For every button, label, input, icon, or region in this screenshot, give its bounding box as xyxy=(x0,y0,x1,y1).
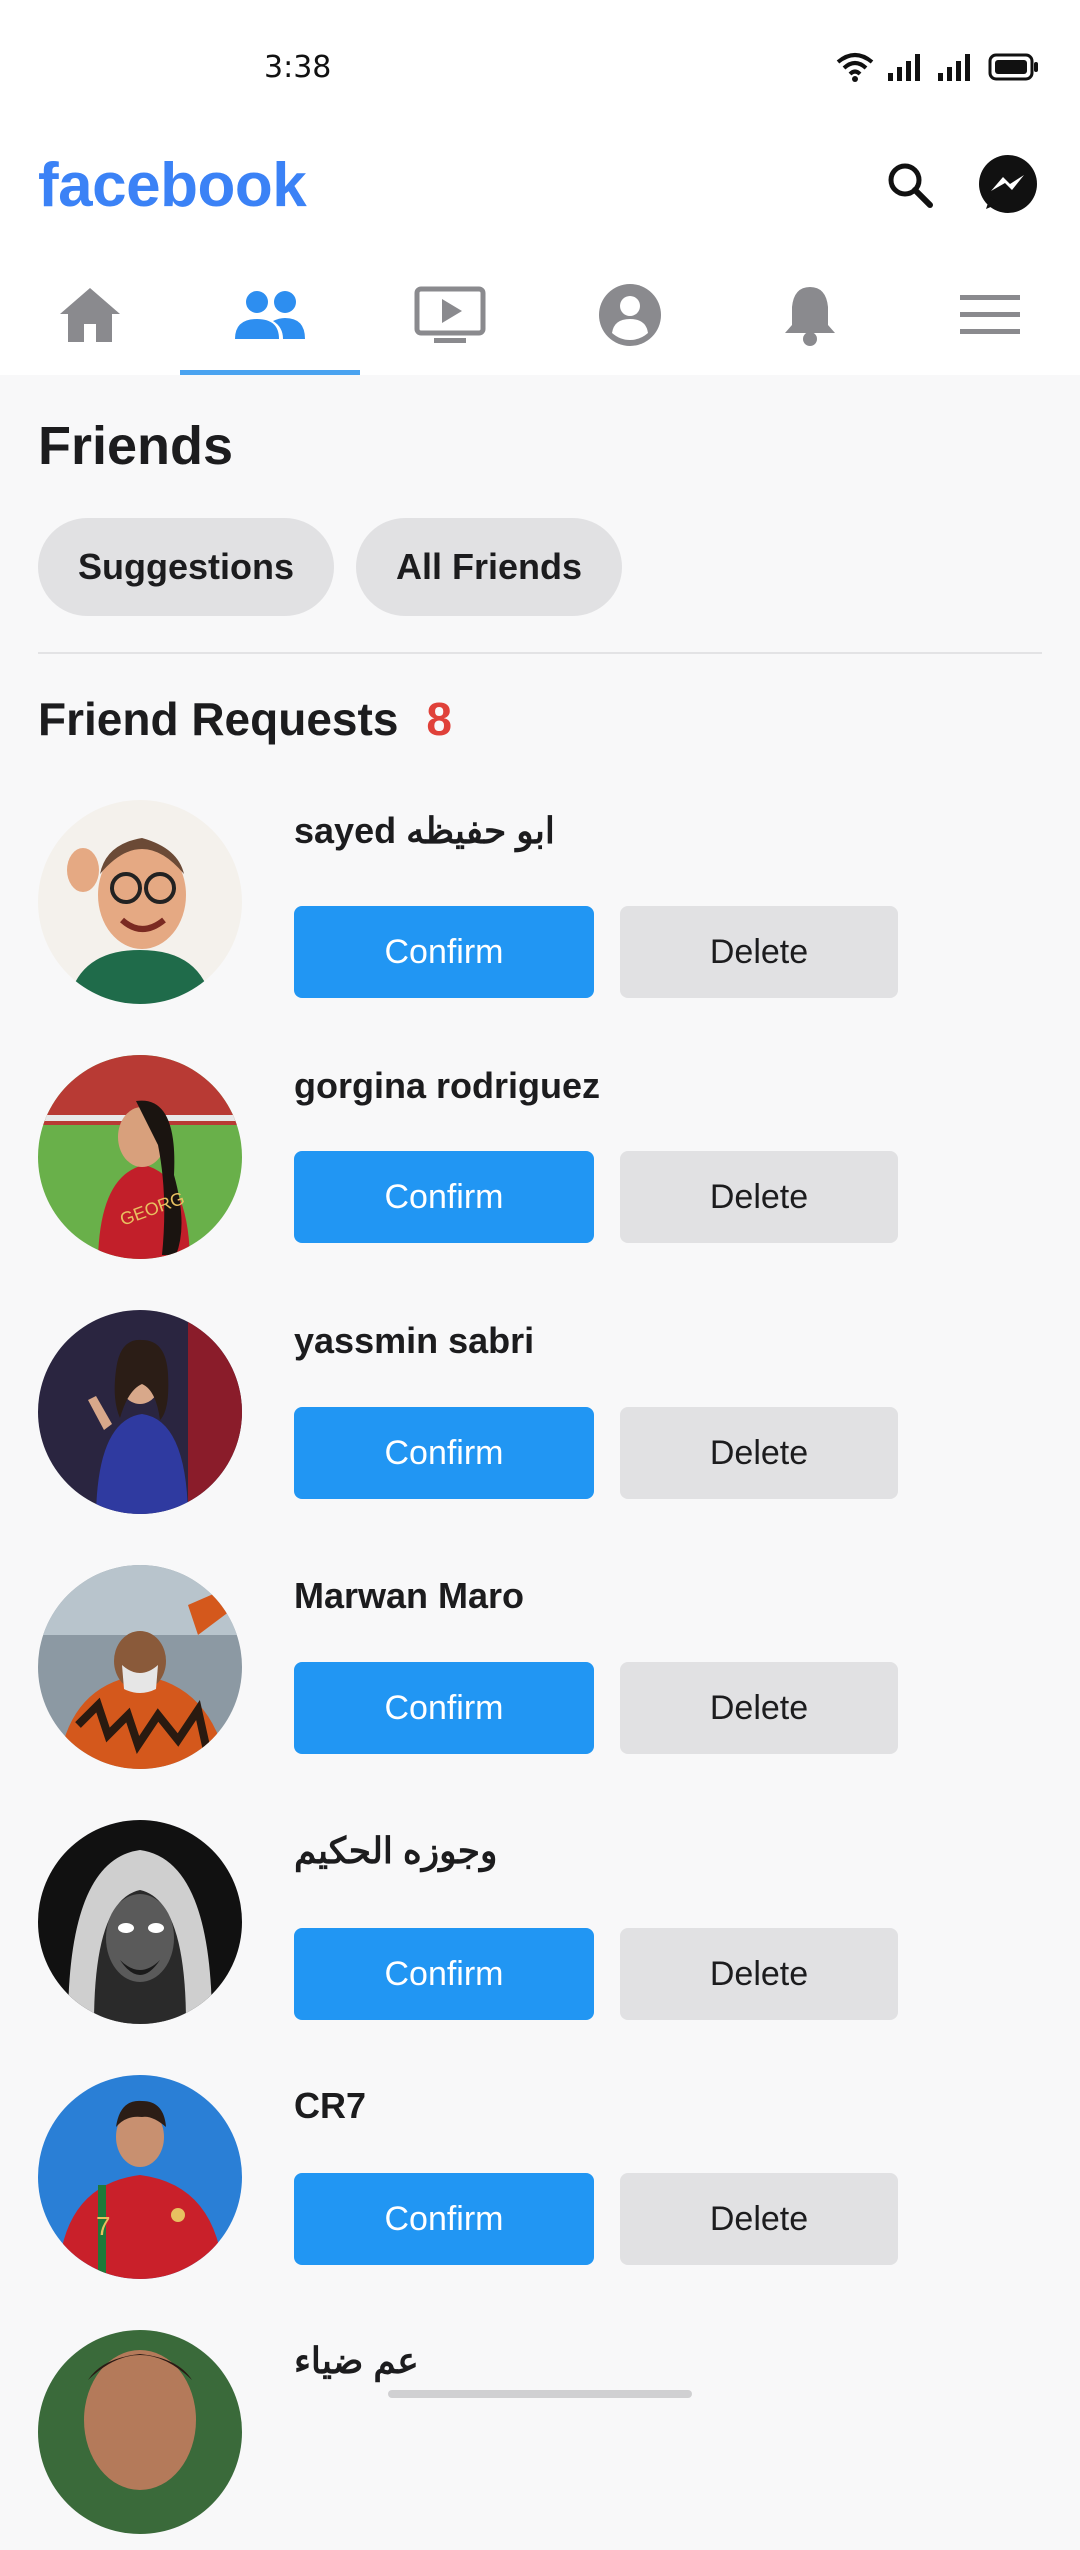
friend-request-item: عم ضياء xyxy=(0,2330,1080,2550)
profile-icon xyxy=(598,283,662,352)
app-header: facebook xyxy=(0,130,1080,375)
avatar[interactable] xyxy=(38,1565,242,1769)
delete-button[interactable]: Delete xyxy=(620,2173,898,2265)
signal-icon xyxy=(888,53,924,86)
avatar[interactable] xyxy=(38,800,242,1004)
friend-request-item: yassmin sabri Confirm Delete xyxy=(0,1310,1080,1530)
page-title: Friends xyxy=(38,416,234,476)
bell-icon xyxy=(782,283,838,352)
friend-requests-title: Friend Requests xyxy=(38,693,399,745)
watch-icon xyxy=(414,286,486,349)
request-name[interactable]: وجوزه الحكيم xyxy=(294,1830,497,1872)
avatar[interactable]: GEORG xyxy=(38,1055,242,1259)
delete-button[interactable]: Delete xyxy=(620,906,898,998)
delete-button[interactable]: Delete xyxy=(620,1407,898,1499)
home-indicator xyxy=(388,2390,692,2398)
friend-request-item: sayed ابو حفيظه Confirm Delete xyxy=(0,800,1080,1020)
divider xyxy=(38,652,1042,654)
battery-icon xyxy=(988,53,1040,86)
menu-icon xyxy=(960,295,1020,340)
delete-button[interactable]: Delete xyxy=(620,1928,898,2020)
search-button[interactable] xyxy=(875,152,945,222)
home-icon xyxy=(58,286,122,349)
friend-requests-header: Friend Requests 8 xyxy=(38,692,452,746)
messenger-icon xyxy=(976,153,1040,222)
friends-chips: Suggestions All Friends xyxy=(38,518,623,616)
delete-button[interactable]: Delete xyxy=(620,1662,898,1754)
wifi-icon xyxy=(836,52,874,87)
confirm-button[interactable]: Confirm xyxy=(294,1407,594,1499)
avatar[interactable]: 7 xyxy=(38,2075,242,2279)
request-name[interactable]: sayed ابو حفيظه xyxy=(294,810,555,852)
tab-watch[interactable] xyxy=(360,260,540,375)
messenger-button[interactable] xyxy=(973,152,1043,222)
request-name[interactable]: عم ضياء xyxy=(294,2340,419,2382)
confirm-button[interactable]: Confirm xyxy=(294,1662,594,1754)
request-name[interactable]: Marwan Maro xyxy=(294,1575,524,1617)
confirm-button[interactable]: Confirm xyxy=(294,2173,594,2265)
all-friends-chip[interactable]: All Friends xyxy=(356,518,623,616)
nav-tabs xyxy=(0,260,1080,375)
confirm-button[interactable]: Confirm xyxy=(294,1928,594,2020)
suggestions-chip[interactable]: Suggestions xyxy=(38,518,335,616)
status-bar: 3:38 xyxy=(0,0,1080,130)
svg-text:7: 7 xyxy=(96,2211,110,2241)
avatar[interactable] xyxy=(38,1310,242,1514)
tab-notifications[interactable] xyxy=(720,260,900,375)
delete-button[interactable]: Delete xyxy=(620,1151,898,1243)
tab-menu[interactable] xyxy=(900,260,1080,375)
friend-request-item: Marwan Maro Confirm Delete xyxy=(0,1565,1080,1785)
tab-profile[interactable] xyxy=(540,260,720,375)
friends-icon xyxy=(233,289,307,346)
friend-request-item: 7 CR7 Confirm Delete xyxy=(0,2075,1080,2295)
request-name[interactable]: yassmin sabri xyxy=(294,1320,534,1362)
confirm-button[interactable]: Confirm xyxy=(294,906,594,998)
status-time: 3:38 xyxy=(264,50,332,85)
search-icon xyxy=(885,160,935,215)
signal-icon xyxy=(938,53,974,86)
confirm-button[interactable]: Confirm xyxy=(294,1151,594,1243)
request-name[interactable]: gorgina rodriguez xyxy=(294,1065,600,1107)
tab-friends[interactable] xyxy=(180,260,360,375)
friend-request-item: GEORG gorgina rodriguez Confirm Delete xyxy=(0,1055,1080,1275)
friend-requests-count: 8 xyxy=(426,693,453,745)
avatar[interactable] xyxy=(38,2330,242,2534)
facebook-logo[interactable]: facebook xyxy=(38,150,307,221)
tab-home[interactable] xyxy=(0,260,180,375)
request-name[interactable]: CR7 xyxy=(294,2085,366,2127)
avatar[interactable] xyxy=(38,1820,242,2024)
friend-request-item: وجوزه الحكيم Confirm Delete xyxy=(0,1820,1080,2040)
